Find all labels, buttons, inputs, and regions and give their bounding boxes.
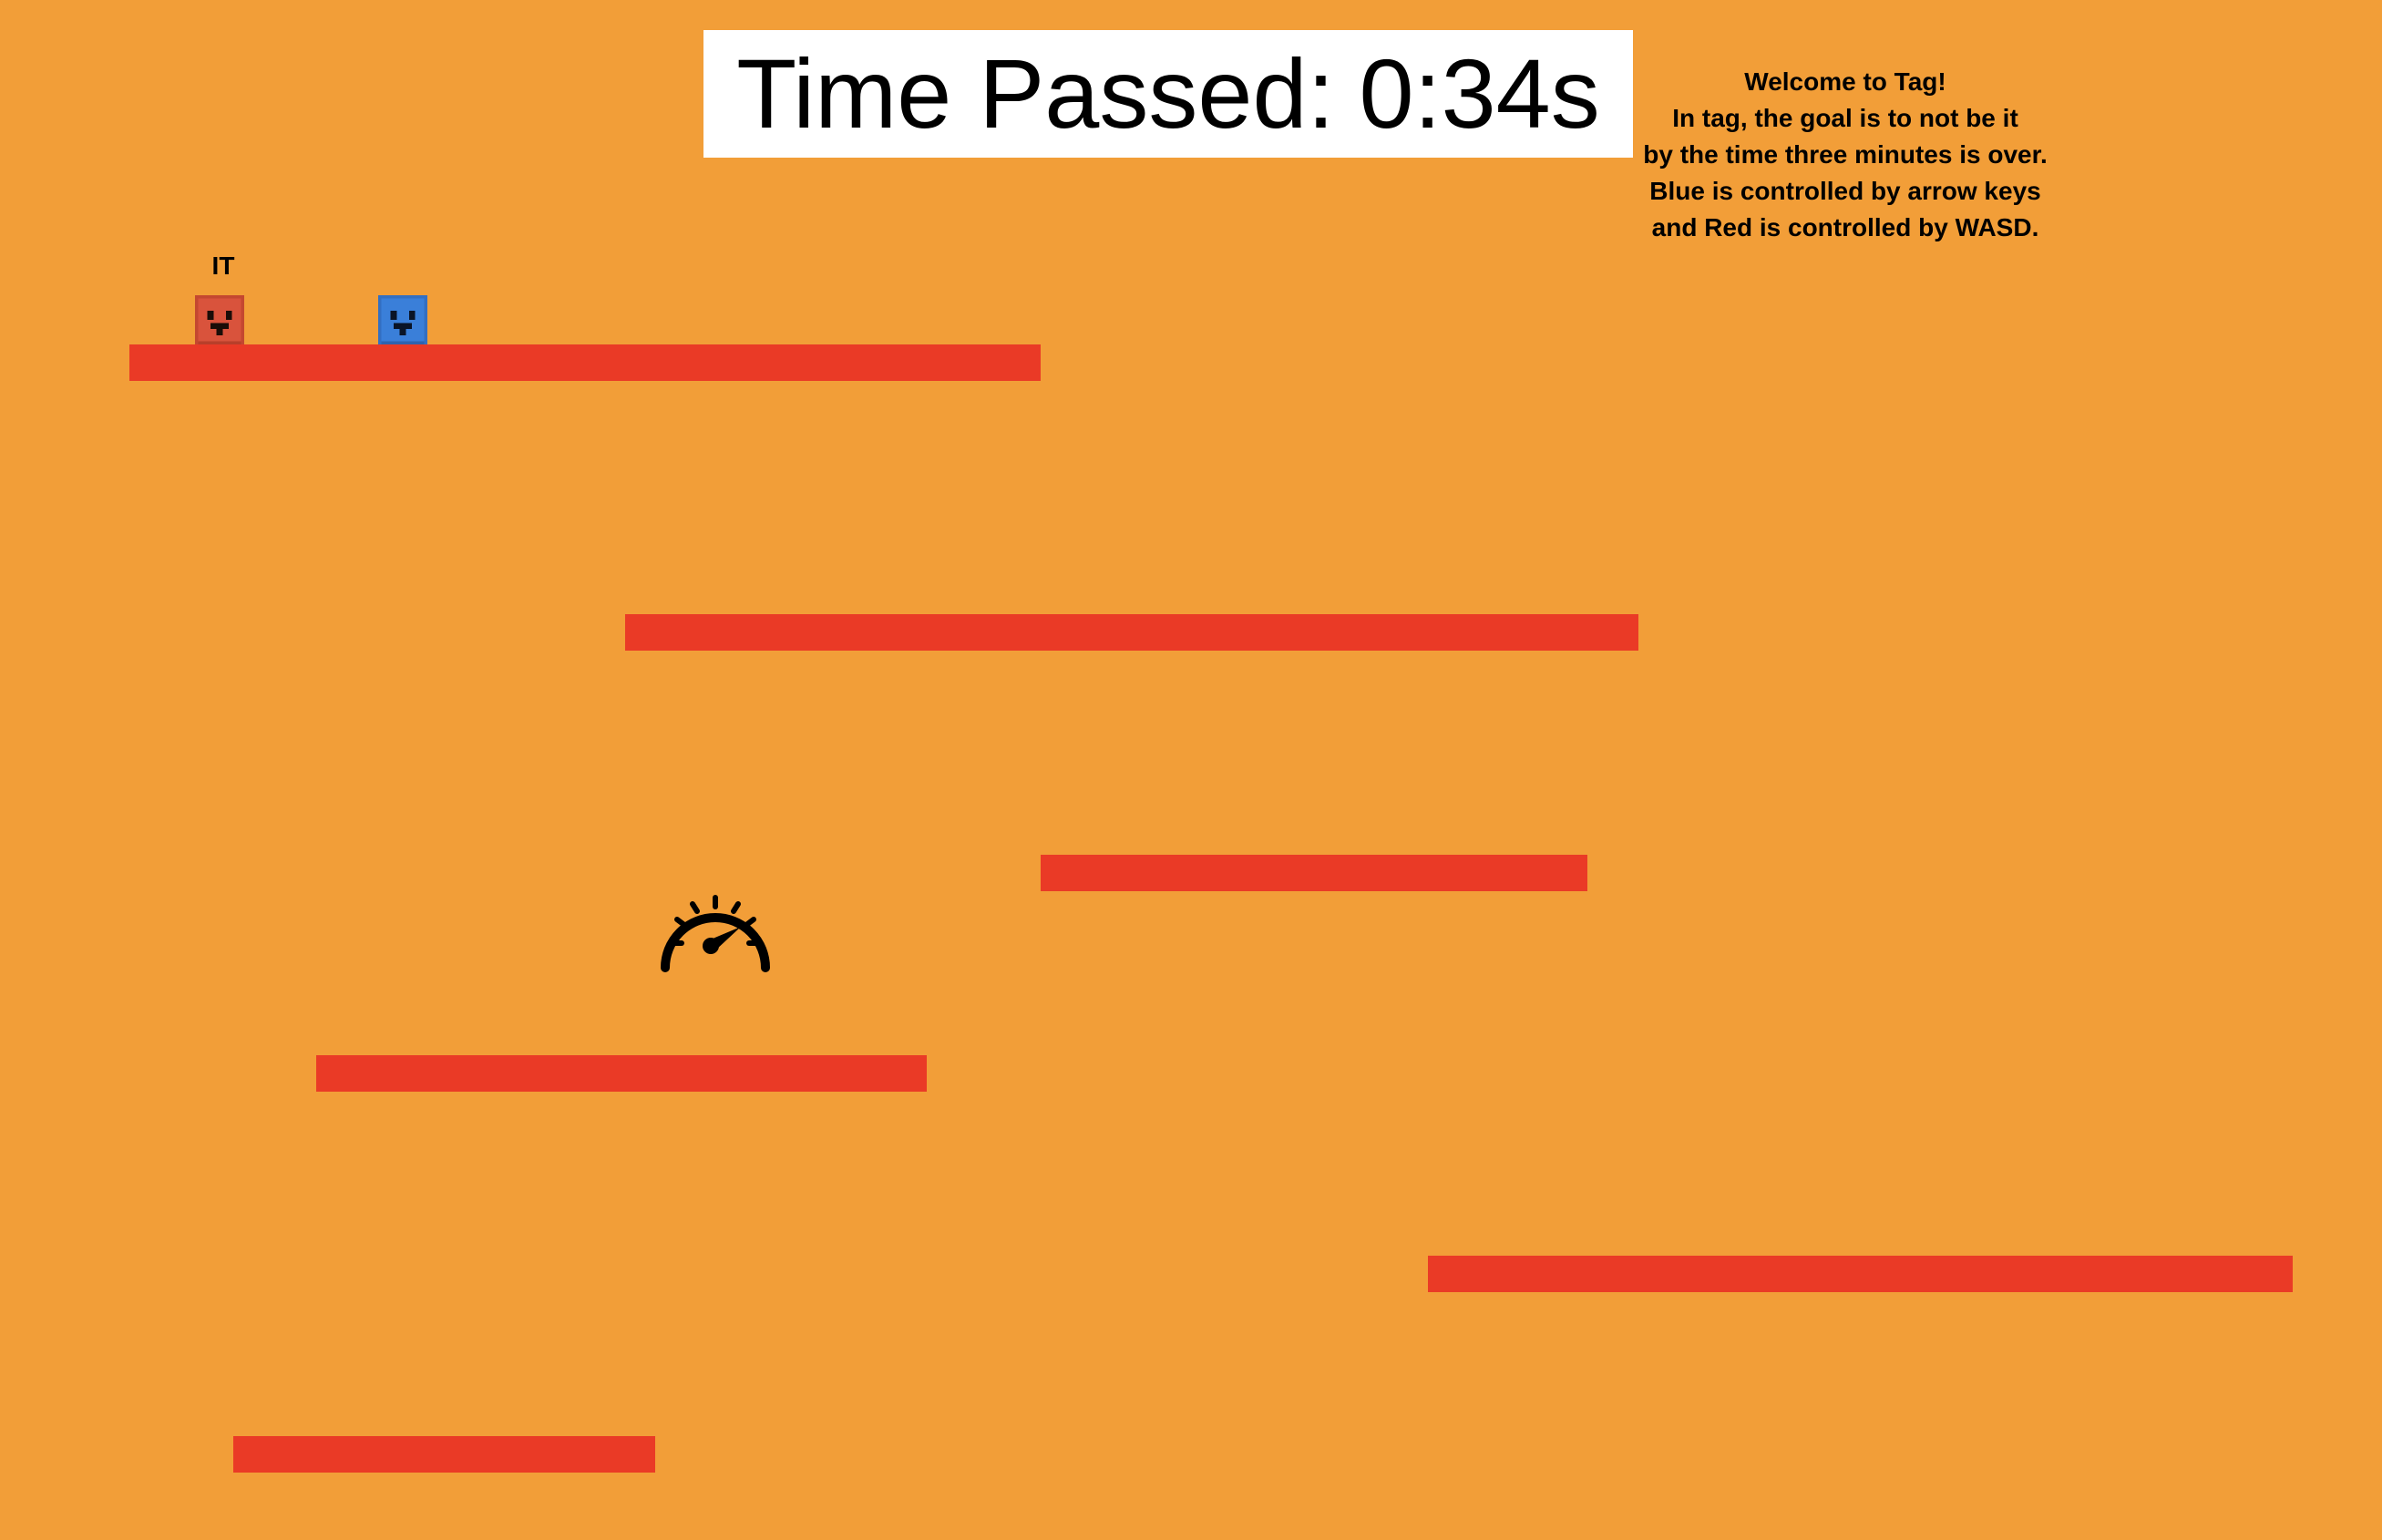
instructions-text: Welcome to Tag! In tag, the goal is to n… [1631, 64, 2059, 246]
speed-powerup [654, 882, 776, 977]
timer-label: Time Passed: [736, 38, 1335, 149]
platform [1041, 855, 1587, 891]
blue-player-face-icon [378, 295, 427, 344]
platform [233, 1436, 655, 1473]
instructions-line: and Red is controlled by WASD. [1651, 213, 2039, 241]
platform [316, 1055, 927, 1092]
platform [625, 614, 1638, 651]
blue-player-sprite [378, 295, 427, 344]
speedometer-icon [661, 895, 770, 972]
red-player-face-icon [195, 295, 244, 344]
red-player-sprite [195, 295, 244, 344]
instructions-line: Blue is controlled by arrow keys [1649, 177, 2041, 205]
timer-display: Time Passed: 0:34s [703, 30, 1633, 158]
instructions-line: Welcome to Tag! [1744, 67, 1946, 96]
timer-value: 0:34s [1359, 38, 1600, 149]
it-indicator: IT [211, 252, 235, 280]
instructions-line: by the time three minutes is over. [1643, 140, 2048, 169]
platform [1428, 1256, 2293, 1292]
platform [129, 344, 1041, 381]
game-canvas[interactable]: Time Passed: 0:34s Welcome to Tag! In ta… [0, 0, 2382, 1540]
instructions-line: In tag, the goal is to not be it [1672, 104, 2018, 132]
